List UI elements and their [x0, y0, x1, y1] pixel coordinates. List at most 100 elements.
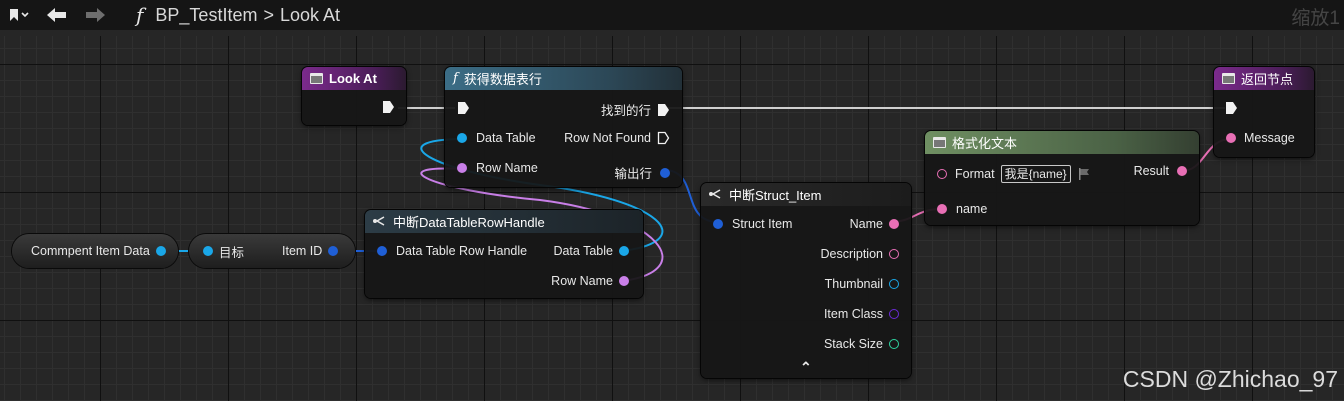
- pin-label: Struct Item: [732, 217, 793, 231]
- text-pin-icon: [1226, 133, 1236, 143]
- struct-pin-icon: [713, 219, 723, 229]
- node-title: Look At: [329, 71, 377, 86]
- pin-label: Data Table: [553, 244, 613, 258]
- pin-label: 输出行: [614, 167, 652, 181]
- pin-label: Row Not Found: [564, 131, 651, 145]
- result-pin[interactable]: Result: [1134, 164, 1187, 178]
- node-header: 中断Struct_Item: [701, 183, 911, 206]
- pin-label: 找到的行: [600, 104, 651, 118]
- node-title: 返回节点: [1241, 72, 1294, 87]
- pin-label: Name: [849, 217, 883, 231]
- pin-label: Data Table: [476, 131, 536, 145]
- comment-item-data-node[interactable]: Commpent Item Data: [12, 234, 178, 268]
- breadcrumb-function[interactable]: Look At: [280, 5, 340, 26]
- pin-label: Description: [820, 247, 883, 261]
- collapse-button[interactable]: ⌃: [800, 359, 812, 376]
- item-class-out-pin[interactable]: Item Class: [824, 307, 899, 321]
- class-pin-icon: [889, 309, 899, 319]
- return-node[interactable]: 返回节点 Message: [1214, 67, 1314, 157]
- node-header: Look At: [302, 67, 406, 90]
- break-struct-item-node[interactable]: 中断Struct_Item Struct Item Name Descripti…: [701, 183, 911, 378]
- stack-size-out-pin[interactable]: Stack Size: [824, 337, 899, 351]
- row-handle-in-pin[interactable]: Data Table Row Handle: [377, 244, 527, 258]
- object-pin-icon[interactable]: [155, 246, 166, 256]
- int-pin-icon: [889, 339, 899, 349]
- struct-item-pin[interactable]: Struct Item: [713, 217, 792, 231]
- struct-pin-icon[interactable]: [328, 246, 339, 256]
- text-pin-icon: [937, 204, 947, 214]
- event-icon: [310, 73, 323, 84]
- function-icon: f: [453, 71, 458, 86]
- pin-label: Data Table Row Handle: [396, 244, 528, 258]
- text-pin-icon: [1177, 166, 1187, 176]
- target-pin-label: 目标: [219, 245, 245, 260]
- row-not-found-pin[interactable]: Row Not Found: [564, 131, 670, 145]
- name-arg-pin[interactable]: name: [937, 202, 987, 216]
- toolbar: f BP_TestItem > Look At 缩放1: [0, 0, 1344, 30]
- row-found-pin[interactable]: 找到的行: [601, 100, 670, 119]
- node-header: 格式化文本: [925, 131, 1199, 154]
- item-id-pin-label: Item ID: [282, 244, 323, 258]
- break-struct-icon: [373, 215, 385, 229]
- variable-label: Commpent Item Data: [31, 244, 150, 258]
- pin-label: Message: [1244, 131, 1295, 145]
- text-pin-icon: [937, 169, 947, 179]
- row-name-pin[interactable]: Row Name: [457, 161, 538, 175]
- localization-flag-icon[interactable]: [1077, 167, 1091, 181]
- breadcrumb-blueprint[interactable]: BP_TestItem: [155, 5, 257, 26]
- object-pin-icon: [889, 279, 899, 289]
- text-pin-icon: [889, 219, 899, 229]
- name-pin-icon: [619, 276, 629, 286]
- bookmark-icon[interactable]: [0, 0, 36, 30]
- arrow-left-icon[interactable]: [36, 0, 78, 30]
- data-table-pin[interactable]: Data Table: [457, 131, 536, 145]
- exec-in-pin[interactable]: [457, 101, 470, 115]
- object-pin-icon: [457, 133, 467, 143]
- exec-in-pin[interactable]: [1225, 101, 1238, 115]
- break-struct-icon: [709, 188, 721, 202]
- get-item-id-node[interactable]: 目标 Item ID: [189, 234, 355, 268]
- pin-label: Format: [955, 167, 995, 181]
- row-name-out-pin[interactable]: Row Name: [551, 274, 629, 288]
- node-title: 中断DataTableRowHandle: [393, 215, 545, 230]
- text-pin-icon: [889, 249, 899, 259]
- look-at-entry-node[interactable]: Look At: [302, 67, 406, 125]
- struct-pin-icon: [377, 246, 387, 256]
- thumbnail-out-pin[interactable]: Thumbnail: [825, 277, 899, 291]
- break-row-handle-node[interactable]: 中断DataTableRowHandle Data Table Row Hand…: [365, 210, 643, 298]
- target-pin-icon[interactable]: [203, 246, 213, 256]
- pin-label: Thumbnail: [824, 277, 883, 291]
- breadcrumb-separator: >: [263, 4, 274, 25]
- out-row-pin[interactable]: 输出行: [614, 163, 670, 182]
- name-out-pin[interactable]: Name: [850, 217, 899, 231]
- data-table-out-pin[interactable]: Data Table: [553, 244, 629, 258]
- pin-label: Row Name: [476, 161, 538, 175]
- node-header: 返回节点: [1214, 67, 1314, 90]
- name-pin-icon: [457, 163, 467, 173]
- pin-label: Stack Size: [823, 337, 883, 351]
- format-text-node[interactable]: 格式化文本 Format 我是{name} Result name: [925, 131, 1199, 225]
- pin-label: name: [956, 202, 988, 216]
- function-result-icon: [1222, 73, 1235, 84]
- node-title: 中断Struct_Item: [729, 188, 822, 203]
- node-header: 中断DataTableRowHandle: [365, 210, 643, 233]
- pin-label: Row Name: [551, 274, 613, 288]
- exec-out-pin[interactable]: [382, 100, 395, 114]
- format-input[interactable]: 我是{name}: [1000, 165, 1071, 183]
- message-pin[interactable]: Message: [1226, 131, 1295, 145]
- format-pin[interactable]: Format 我是{name}: [937, 165, 1091, 183]
- function-icon: f: [136, 3, 144, 27]
- watermark: CSDN @Zhichao_97: [1122, 366, 1338, 392]
- pin-label: Item Class: [823, 307, 883, 321]
- struct-pin-icon: [660, 167, 670, 178]
- pin-label: Result: [1133, 164, 1169, 178]
- get-data-table-row-node[interactable]: f 获得数据表行 找到的行 Data Table Row Not Found R…: [445, 67, 682, 187]
- arrow-right-icon[interactable]: [78, 0, 112, 30]
- node-header: f 获得数据表行: [445, 67, 682, 90]
- function-icon: [933, 137, 946, 148]
- node-title: 格式化文本: [952, 136, 1018, 151]
- object-pin-icon: [619, 246, 629, 256]
- description-out-pin[interactable]: Description: [820, 247, 899, 261]
- zoom-level: 缩放1: [1291, 8, 1340, 29]
- node-title: 获得数据表行: [463, 72, 542, 87]
